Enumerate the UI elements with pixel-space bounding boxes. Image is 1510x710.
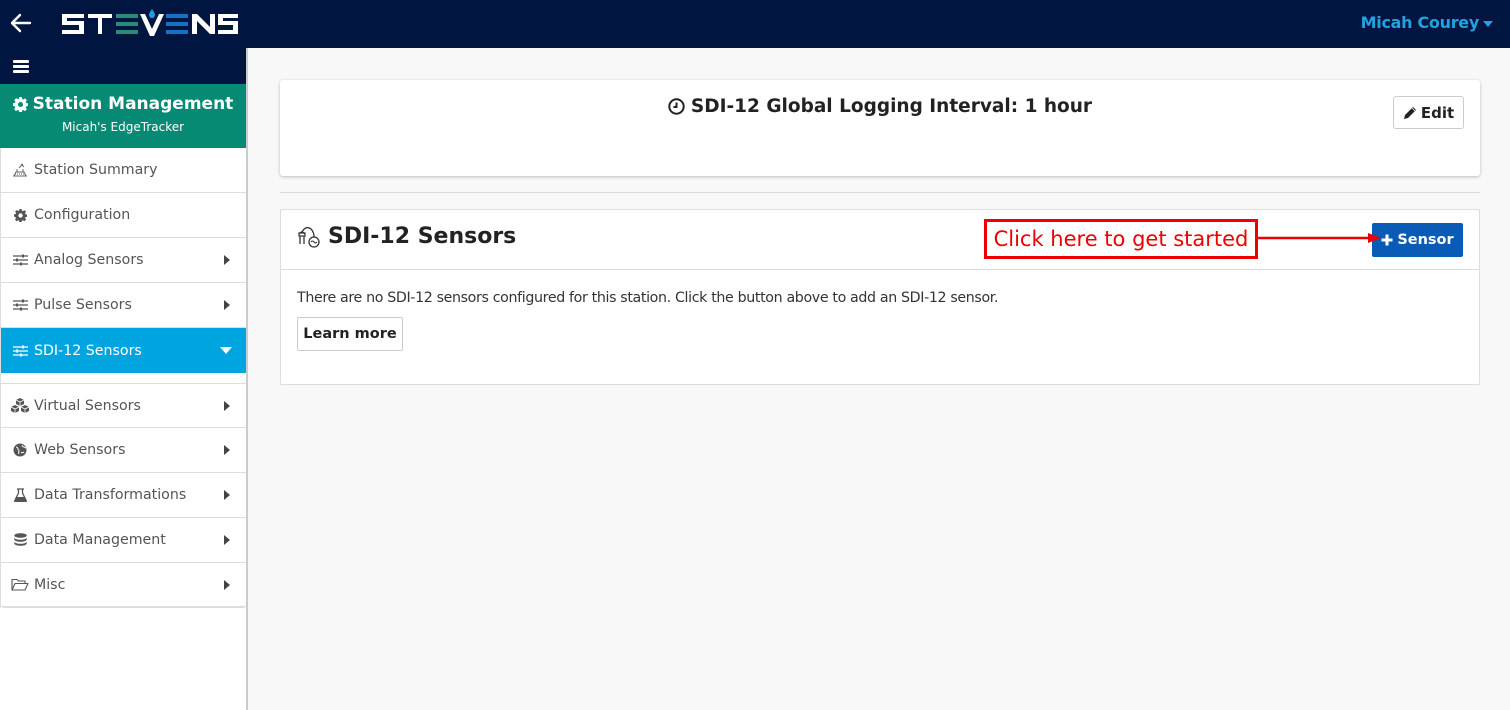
edit-label: Edit <box>1420 103 1455 122</box>
annotation-callout: Click here to get started <box>984 219 1258 259</box>
sdi12-sensors-body: There are no SDI-12 sensors configured f… <box>281 270 1479 371</box>
caret-right-icon <box>224 535 230 545</box>
top-navbar: Micah Courey <box>0 0 1510 48</box>
sidebar-nav: Station Summary Configuration Analog Sen… <box>0 148 246 608</box>
sidebar: Station Management Micah's EdgeTracker S… <box>0 48 248 710</box>
caret-down-icon <box>220 347 232 354</box>
station-management-title: Station Management <box>32 94 234 114</box>
sidebar-item-virtual-sensors[interactable]: Virtual Sensors <box>1 383 246 428</box>
sidebar-item-label: Configuration <box>34 207 131 223</box>
sidebar-item-configuration[interactable]: Configuration <box>1 193 246 238</box>
sidebar-item-sdi12-sensors[interactable]: SDI-12 Sensors <box>1 328 246 383</box>
empty-state-message: There are no SDI-12 sensors configured f… <box>297 290 999 306</box>
flask-icon <box>11 487 29 503</box>
logging-interval-card: SDI-12 Global Logging Interval: 1 hour E… <box>280 80 1480 176</box>
sidebar-toggle-bar <box>0 48 246 84</box>
pencil-icon <box>1403 106 1416 119</box>
clock-icon <box>668 98 685 115</box>
add-sensor-button[interactable]: Sensor <box>1372 223 1463 257</box>
sdi12-sensor-icon <box>298 226 320 248</box>
cubes-icon <box>11 398 29 414</box>
sliders-icon <box>11 343 29 359</box>
station-icon <box>11 162 29 178</box>
sidebar-item-data-transformations[interactable]: Data Transformations <box>1 473 246 518</box>
sidebar-item-label: Misc <box>34 576 66 593</box>
sidebar-item-label: Virtual Sensors <box>34 397 141 414</box>
main-content: SDI-12 Global Logging Interval: 1 hour E… <box>248 48 1510 710</box>
caret-right-icon <box>224 445 230 455</box>
caret-right-icon <box>224 490 230 500</box>
sidebar-item-label: Web Sensors <box>34 442 126 458</box>
station-management-header: Station Management Micah's EdgeTracker <box>0 84 246 148</box>
user-name: Micah Courey <box>1360 13 1480 32</box>
annotation-arrow-icon <box>1258 233 1381 243</box>
sliders-icon <box>11 297 29 313</box>
sidebar-item-label: Analog Sensors <box>34 252 144 268</box>
sidebar-item-station-summary[interactable]: Station Summary <box>1 148 246 193</box>
globe-icon <box>11 442 29 458</box>
sidebar-item-pulse-sensors[interactable]: Pulse Sensors <box>1 283 246 328</box>
database-icon <box>11 532 29 548</box>
caret-right-icon <box>224 401 230 411</box>
hamburger-icon[interactable] <box>13 60 29 74</box>
learn-more-button[interactable]: Learn more <box>297 317 403 351</box>
user-menu[interactable]: Micah Courey <box>1361 13 1493 32</box>
sidebar-item-misc[interactable]: Misc <box>1 563 246 608</box>
edit-interval-button[interactable]: Edit <box>1393 96 1464 129</box>
caret-down-icon <box>1483 20 1493 27</box>
sliders-icon <box>11 252 29 268</box>
sidebar-item-data-management[interactable]: Data Management <box>1 518 246 563</box>
logging-interval-text: SDI-12 Global Logging Interval: 1 hour <box>690 96 1093 117</box>
station-name: Micah's EdgeTracker <box>61 120 185 134</box>
sdi12-sensors-title: SDI-12 Sensors <box>328 224 517 249</box>
plus-icon <box>1381 234 1393 246</box>
sidebar-item-analog-sensors[interactable]: Analog Sensors <box>1 238 246 283</box>
sidebar-item-label: Data Management <box>34 532 166 548</box>
add-sensor-label: Sensor <box>1397 232 1454 248</box>
sidebar-item-web-sensors[interactable]: Web Sensors <box>1 428 246 473</box>
logging-interval-title: SDI-12 Global Logging Interval: 1 hour <box>280 96 1480 117</box>
sidebar-item-label: Station Summary <box>34 162 158 178</box>
sidebar-item-label: SDI-12 Sensors <box>34 342 142 359</box>
section-divider <box>280 192 1480 193</box>
arrow-left-icon <box>10 13 32 33</box>
folder-open-icon <box>11 577 29 593</box>
back-button[interactable] <box>8 10 34 36</box>
gear-icon <box>12 96 28 112</box>
caret-right-icon <box>224 255 230 265</box>
caret-right-icon <box>224 580 230 590</box>
stevens-logo[interactable] <box>60 8 240 40</box>
gear-icon <box>11 207 29 223</box>
caret-right-icon <box>224 300 230 310</box>
sidebar-item-label: Pulse Sensors <box>34 297 132 313</box>
sidebar-item-label: Data Transformations <box>34 487 187 503</box>
